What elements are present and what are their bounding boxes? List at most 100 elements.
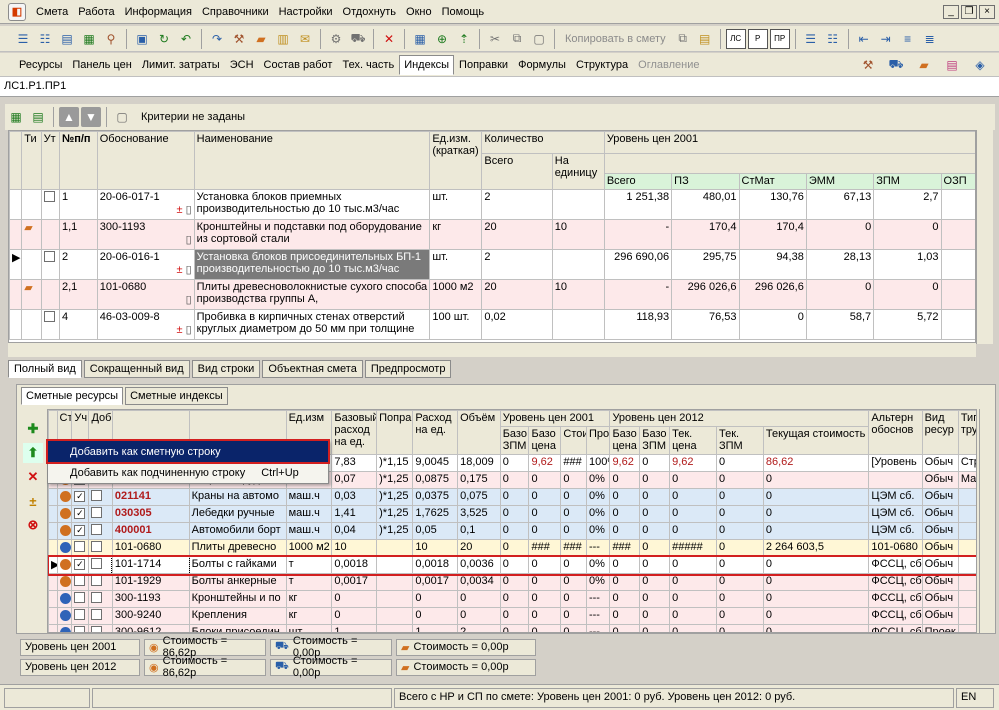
resource-cell[interactable]: 0 <box>639 607 671 625</box>
resource-cell[interactable]: Обыч <box>921 573 959 591</box>
uch-checkbox[interactable]: ✓ <box>74 491 86 502</box>
upper-row[interactable]: ▰ 2,1 101-0680 ▯ Плиты древесноволокнистые с… <box>9 279 975 310</box>
resource-cell[interactable]: 0 <box>560 505 587 523</box>
filter-doc-icon[interactable]: ▢ <box>112 107 132 127</box>
resource-cell[interactable]: )*1,25 <box>376 471 414 489</box>
uch-cell[interactable]: ✓ <box>71 556 90 574</box>
resource-cell[interactable]: Плиты древесно <box>188 539 287 557</box>
resource-cell[interactable]: 0 <box>499 454 530 472</box>
resource-cell[interactable]: 0 <box>609 556 641 574</box>
dob-cell[interactable] <box>88 573 113 591</box>
tab-panel-cen[interactable]: Панель цен <box>67 55 136 75</box>
tab-full-view[interactable]: Полный вид <box>8 360 82 378</box>
resource-cell[interactable]: 0 <box>528 505 562 523</box>
resource-cell[interactable]: 021141 <box>111 488 190 506</box>
col-num[interactable]: №п/п <box>58 131 98 190</box>
upper-cell[interactable]: 1,03 <box>873 249 942 280</box>
lcol-pro[interactable]: Про <box>585 426 611 455</box>
bricks2-icon[interactable]: ▰ <box>914 55 934 75</box>
list-x-icon[interactable]: ☷ <box>823 29 843 49</box>
plus-minus-icon[interactable]: ± <box>23 491 43 511</box>
upper-cell[interactable]: 10 <box>551 279 605 310</box>
col-unit[interactable]: Ед.изм. (краткая) <box>429 131 483 190</box>
paste-icon[interactable]: ▢ <box>529 29 549 49</box>
dob-checkbox[interactable] <box>91 541 103 552</box>
upper-cell[interactable]: 10 <box>551 219 605 250</box>
upper-cell[interactable]: 130,76 <box>738 189 807 220</box>
lcol-tech-zpm[interactable]: Тек. ЗПМ <box>715 426 764 455</box>
upper-cell[interactable]: 296 690,06 <box>603 249 673 280</box>
indent-icon[interactable]: ⇤ <box>854 29 874 49</box>
row-indicator[interactable] <box>9 279 23 310</box>
resource-cell[interactable] <box>957 505 976 523</box>
resource-cell[interactable]: 0 <box>499 556 530 574</box>
resource-cell[interactable]: 0 <box>528 522 562 540</box>
resource-cell[interactable]: 0,04 <box>331 522 378 540</box>
resource-cell[interactable]: 0 <box>762 607 870 625</box>
upper-row[interactable]: ▰ 1,1 300-1193 ▯ Кронштейны и подставки под … <box>9 219 975 250</box>
status-cell[interactable] <box>56 522 73 540</box>
excel-icon[interactable]: ▦ <box>79 29 99 49</box>
col-zpm[interactable]: ЗПМ <box>873 173 942 190</box>
lcol-b-zpm[interactable]: Базо ЗПМ <box>499 426 530 455</box>
resource-cell[interactable]: Строите <box>957 454 976 472</box>
upper-cell[interactable]: 300-1193 ▯ <box>96 219 195 250</box>
tab-resources[interactable]: Сметные ресурсы <box>21 387 124 405</box>
resource-cell[interactable]: Обыч <box>921 471 959 489</box>
tree-icon[interactable]: ☰ <box>13 29 33 49</box>
row-indicator[interactable] <box>48 590 58 608</box>
resource-cell[interactable]: 0,03 <box>331 488 378 506</box>
resource-cell[interactable]: 0% <box>585 573 611 591</box>
resource-cell[interactable]: 0 <box>669 471 717 489</box>
resource-cell[interactable]: Лебедки ручные <box>188 505 287 523</box>
resource-cell[interactable]: ### <box>560 454 587 472</box>
col-level[interactable]: Уровень цен 2001 <box>603 131 975 154</box>
row-indicator[interactable] <box>48 624 58 632</box>
resource-cell[interactable]: 0 <box>609 590 641 608</box>
upper-cell[interactable]: 282,1 <box>940 189 975 220</box>
uch-cell[interactable] <box>71 573 90 591</box>
resource-cell[interactable] <box>957 539 976 557</box>
dob-cell[interactable] <box>88 505 113 523</box>
resource-cell[interactable]: 1000 м2 <box>285 539 333 557</box>
resource-cell[interactable]: 0 <box>639 556 671 574</box>
resource-cell[interactable]: 030305 <box>111 505 190 523</box>
row-indicator[interactable] <box>48 607 58 625</box>
resource-cell[interactable]: 10 <box>412 539 459 557</box>
resource-cell[interactable]: 0 <box>762 488 870 506</box>
tab-row-view[interactable]: Вид строки <box>191 360 261 378</box>
row-indicator[interactable] <box>9 309 23 340</box>
resource-cell[interactable] <box>376 590 414 608</box>
resource-cell[interactable]: 0 <box>609 624 641 632</box>
resource-cell[interactable]: 101-1714 <box>111 555 191 575</box>
upper-cell[interactable]: 170,4 <box>671 219 740 250</box>
resource-cell[interactable]: 0,07 <box>331 471 378 489</box>
upper-cell[interactable]: 101-0680 ▯ <box>96 279 195 310</box>
resource-cell[interactable]: 0 <box>669 505 717 523</box>
upper-cell[interactable]: 0 <box>873 219 942 250</box>
resource-cell[interactable]: Обыч <box>921 522 959 540</box>
lcol-popr[interactable]: Попра <box>376 410 414 455</box>
resource-cell[interactable]: 0,0018 <box>412 556 459 574</box>
tab-preview[interactable]: Предпросмотр <box>364 360 452 378</box>
resource-cell[interactable]: 0 <box>669 607 717 625</box>
resource-cell[interactable]: )*1,15 <box>376 454 414 472</box>
resource-cell[interactable]: 0 <box>669 522 717 540</box>
col-ti[interactable]: Ти <box>21 131 42 190</box>
tab-resursy[interactable]: Ресурсы <box>14 55 67 75</box>
resource-cell[interactable]: 0 <box>560 488 587 506</box>
uch-checkbox[interactable]: ✓ <box>74 508 86 519</box>
upper-cell[interactable]: - <box>603 219 673 250</box>
resource-cell[interactable]: 0 <box>715 488 764 506</box>
resource-cell[interactable] <box>957 488 976 506</box>
resource-cell[interactable]: 0 <box>715 624 764 632</box>
resource-cell[interactable]: 0 <box>669 624 717 632</box>
resource-cell[interactable]: Обыч <box>921 590 959 608</box>
upper-scrollbar-v[interactable] <box>976 130 993 344</box>
undo-icon[interactable]: ↶ <box>176 29 196 49</box>
calc-icon[interactable]: ▦ <box>410 29 430 49</box>
refresh-icon[interactable]: ↻ <box>154 29 174 49</box>
upper-cell[interactable]: 28,13 <box>805 249 875 280</box>
tab-sostav[interactable]: Состав работ <box>259 55 338 75</box>
upper-cell[interactable]: 20-06-016-1 ± ▯ <box>96 249 195 280</box>
